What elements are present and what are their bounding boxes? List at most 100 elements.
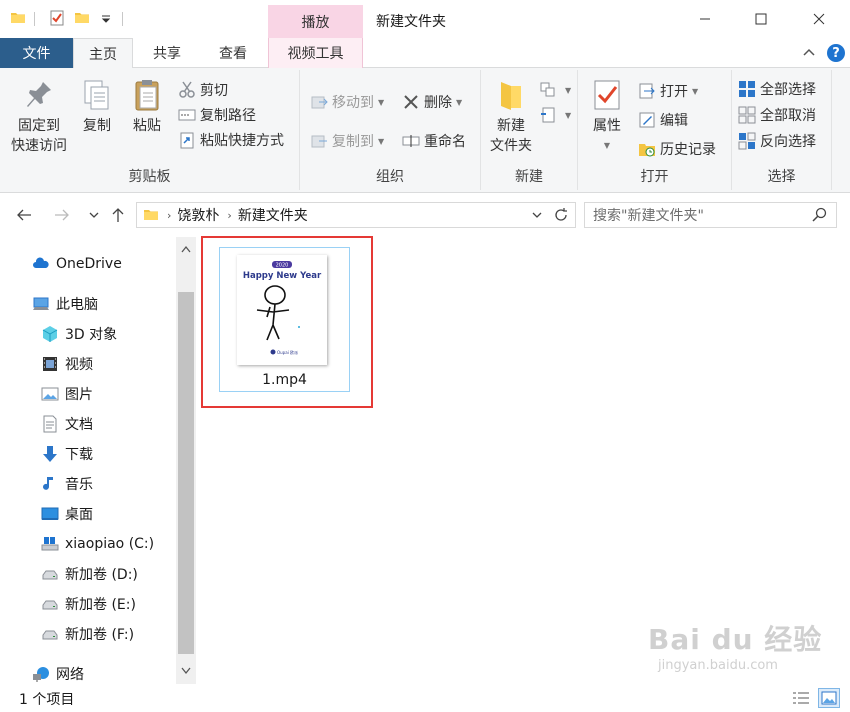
nav-item-downloads[interactable]: 下载: [41, 440, 93, 468]
new-folder-label-line1: 新建: [497, 118, 525, 134]
nav-item-pictures[interactable]: 图片: [41, 380, 93, 408]
nav-item-videos[interactable]: 视频: [41, 350, 93, 378]
tab-file[interactable]: 文件: [0, 38, 73, 68]
new-group-label: 新建: [515, 169, 543, 185]
baidu-watermark: Bai du 经验 jingyan.baidu.com: [648, 618, 822, 673]
network-icon: [33, 667, 49, 682]
nav-item-label: 文档: [65, 417, 93, 433]
minimize-button[interactable]: [682, 0, 728, 38]
nav-item-music[interactable]: 音乐: [41, 470, 93, 498]
arrow-left-icon: [17, 209, 31, 221]
invert-selection-icon: [738, 132, 756, 150]
customize-toolbar-icon[interactable]: [98, 10, 114, 26]
history-button[interactable]: 历史记录: [638, 138, 716, 160]
nav-item-documents[interactable]: 文档: [41, 410, 93, 438]
navigation-pane: OneDrive 此电脑 3D 对象 视频 图片 文档 下载 音乐 桌面 xia…: [0, 237, 196, 684]
properties-button[interactable]: 属性 ▼: [586, 78, 628, 156]
back-button[interactable]: [14, 205, 34, 225]
nav-item-drive-d[interactable]: 新加卷 (D:): [41, 560, 138, 588]
invert-selection-button[interactable]: 反向选择: [738, 130, 816, 152]
select-all-icon: [739, 81, 755, 97]
edit-label: 编辑: [660, 113, 688, 129]
close-button[interactable]: [796, 0, 842, 38]
address-bar[interactable]: › 饶敦朴 › 新建文件夹: [136, 202, 576, 228]
scrollbar-thumb[interactable]: [178, 292, 194, 654]
drive-icon: [42, 570, 58, 580]
tab-video-tools[interactable]: 视频工具: [268, 38, 363, 68]
new-folder-button[interactable]: 新建 文件夹: [485, 78, 537, 156]
tab-view[interactable]: 查看: [203, 38, 263, 68]
file-name[interactable]: 1.mp4: [220, 372, 349, 388]
details-view-button[interactable]: [790, 688, 812, 708]
search-icon[interactable]: [812, 207, 828, 223]
collapse-ribbon-icon[interactable]: [802, 46, 816, 60]
copy-to-button[interactable]: 复制到 ▼: [310, 130, 384, 152]
desktop-icon: [41, 507, 59, 520]
nav-item-this-pc[interactable]: 此电脑: [32, 290, 98, 318]
quick-access-separator: [122, 12, 123, 26]
nav-item-drive-f[interactable]: 新加卷 (F:): [41, 620, 134, 648]
properties-check-icon[interactable]: [49, 10, 65, 26]
cut-button[interactable]: 剪切: [178, 79, 228, 101]
move-to-icon: [311, 96, 328, 109]
music-note-icon: [43, 477, 53, 490]
file-item[interactable]: 2020 Happy New Year Oupai 欧派 1.mp4: [219, 247, 350, 392]
nav-item-label: 桌面: [65, 507, 93, 523]
video-thumbnail: 2020 Happy New Year Oupai 欧派: [237, 255, 327, 365]
nav-item-drive-c[interactable]: xiaopiao (C:): [41, 530, 154, 558]
easy-access-button[interactable]: ▼: [539, 104, 571, 126]
search-input[interactable]: 搜索"新建文件夹": [584, 202, 837, 228]
scroll-up-icon[interactable]: [178, 241, 194, 257]
computer-icon: [33, 297, 49, 310]
breadcrumb-separator-icon: ›: [227, 208, 232, 222]
help-icon[interactable]: ?: [827, 44, 845, 62]
folder-icon[interactable]: [10, 10, 26, 26]
copy-button[interactable]: 复制: [76, 78, 118, 136]
refresh-icon[interactable]: [553, 207, 569, 223]
edit-button[interactable]: 编辑: [638, 109, 688, 131]
recent-locations-button[interactable]: [84, 205, 104, 225]
select-none-button[interactable]: 全部取消: [738, 104, 816, 126]
drive-icon: [42, 600, 58, 610]
new-folder-icon[interactable]: [74, 10, 90, 26]
pin-label-line2: 快速访问: [11, 138, 67, 154]
group-clipboard: 固定到 快速访问 复制 粘贴 剪切 复制路径 粘贴快捷方式 剪贴板: [0, 70, 300, 190]
nav-item-3d-objects[interactable]: 3D 对象: [41, 320, 117, 348]
nav-item-onedrive[interactable]: OneDrive: [32, 250, 122, 278]
select-all-button[interactable]: 全部选择: [738, 78, 816, 100]
group-organize: 移动到 ▼ 删除 ▼ 复制到 ▼ 重命名 组织: [300, 70, 481, 190]
watermark-logo: Bai du 经验: [648, 623, 823, 656]
breadcrumb-current-folder[interactable]: 新建文件夹: [238, 205, 308, 225]
large-icons-view-icon: [821, 691, 837, 705]
nav-item-desktop[interactable]: 桌面: [41, 500, 93, 528]
rename-button[interactable]: 重命名: [402, 130, 466, 152]
pin-quick-access-button[interactable]: 固定到 快速访问: [8, 78, 70, 156]
open-button[interactable]: 打开 ▼: [638, 80, 698, 102]
delete-button[interactable]: 删除 ▼: [402, 91, 462, 113]
large-icons-view-button[interactable]: [818, 688, 840, 708]
nav-item-label: OneDrive: [56, 256, 122, 272]
copy-path-button[interactable]: 复制路径: [178, 104, 256, 126]
select-group-label: 选择: [767, 169, 796, 185]
paste-button[interactable]: 粘贴: [126, 78, 168, 136]
new-item-button[interactable]: ▼: [539, 79, 571, 101]
status-item-count: 1 个项目: [19, 692, 75, 708]
title-bar: 播放 新建文件夹: [0, 0, 850, 38]
delete-label: 删除: [424, 95, 452, 111]
tab-home[interactable]: 主页: [73, 38, 133, 69]
details-view-icon: [793, 692, 809, 704]
up-button[interactable]: [108, 205, 128, 225]
chevron-down-icon[interactable]: [531, 209, 543, 221]
file-list-area[interactable]: 2020 Happy New Year Oupai 欧派 1.mp4: [198, 237, 850, 684]
picture-icon: [41, 387, 59, 401]
maximize-button[interactable]: [738, 0, 784, 38]
nav-item-label: 此电脑: [56, 297, 98, 313]
scroll-down-icon[interactable]: [178, 663, 194, 679]
nav-item-drive-e[interactable]: 新加卷 (E:): [41, 590, 136, 618]
tab-share[interactable]: 共享: [137, 38, 197, 68]
chevron-down-icon: ▼: [456, 97, 463, 107]
paste-shortcut-button[interactable]: 粘贴快捷方式: [178, 129, 284, 151]
move-to-button[interactable]: 移动到 ▼: [310, 91, 384, 113]
breadcrumb-user-folder[interactable]: 饶敦朴: [177, 205, 219, 225]
forward-button[interactable]: [52, 205, 72, 225]
